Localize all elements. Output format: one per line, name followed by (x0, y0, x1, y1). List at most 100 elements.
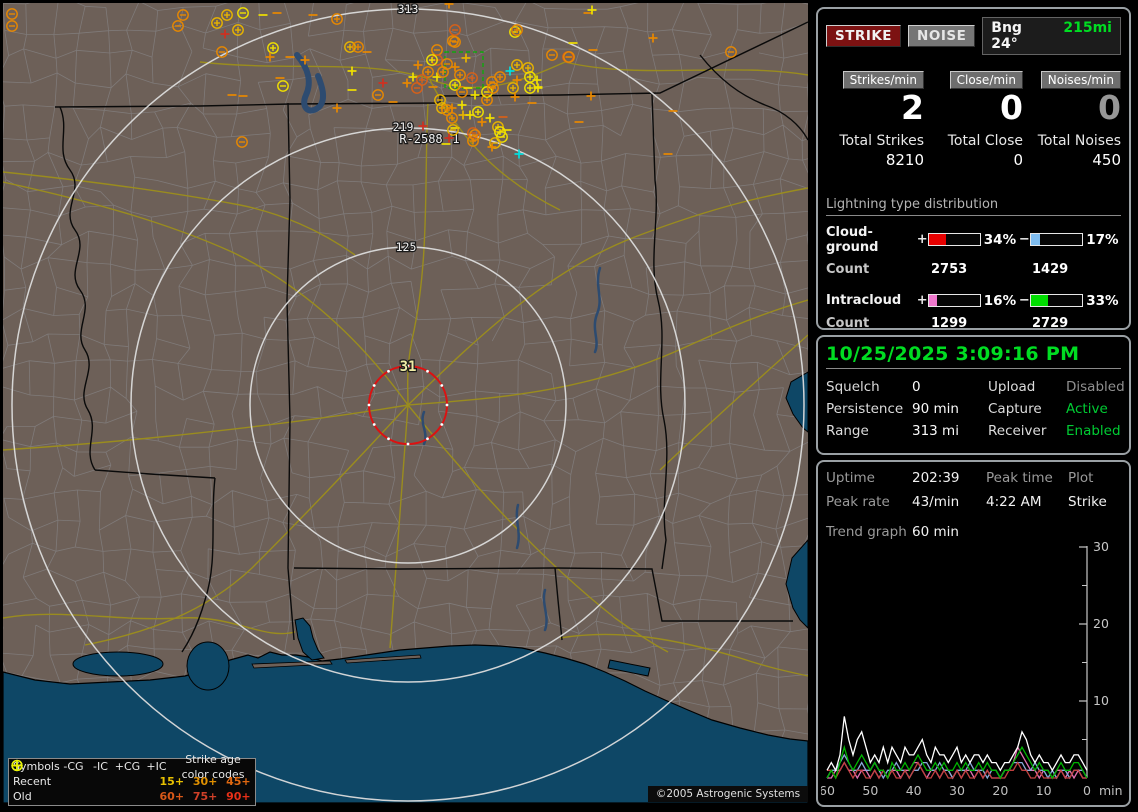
x-tick-label: 30 (949, 783, 965, 798)
airspace-label: R-2588 (399, 132, 442, 146)
strikes-per-min-label: Strikes/min (842, 71, 924, 89)
noises-per-min-label: Noises/min (1040, 71, 1121, 89)
ic-negative-count: 2729 (1032, 315, 1069, 331)
x-tick-label: 40 (906, 783, 922, 798)
persistence-value: 90 min (912, 401, 959, 417)
total-strikes-value: 8210 (885, 150, 924, 169)
coastal-lake (186, 641, 230, 691)
copyright-label: ©2005 Astrogenic Systems (648, 786, 808, 802)
cg-positive-count: 2753 (931, 261, 968, 277)
legend-row-label: Old (13, 790, 32, 803)
age-code-label: 15+ (159, 775, 185, 788)
minus-sign: − (1018, 293, 1030, 309)
bearing-value: Bng 24° (991, 20, 1022, 52)
total-close-value: 0 (1013, 150, 1023, 169)
legend-row: Recent 15+ 30+ 45+ (9, 759, 255, 789)
total-noises-value: 450 (1092, 150, 1121, 169)
age-code-label: 45+ (226, 775, 251, 788)
strike-map[interactable]: 313 219 125 31 R-2588 1 Symbols -CG -IC +CG +… (3, 3, 808, 806)
ic-plus-icon (12, 761, 22, 770)
panel-trend: Uptime 202:39 Peak time Plot Peak rate 4… (816, 460, 1131, 807)
strike-symbol (12, 761, 22, 770)
peak-rate-value: 43/min (912, 494, 960, 510)
ring-tick-dot (440, 384, 444, 387)
legend-row-label: Recent (13, 775, 52, 788)
x-tick-label: 0 (1083, 783, 1091, 798)
legend-header: Symbols -CG -IC +CG +IC Strike age color… (9, 753, 255, 781)
ring-tick-dot (387, 437, 390, 441)
age-code-label: 75+ (192, 790, 218, 803)
ring-tick-dot (372, 384, 376, 387)
ic-positive-bar (927, 294, 981, 308)
plot-label: Plot (1068, 470, 1094, 486)
cloud-ground-row: Cloud-ground + 34% − 17% (826, 225, 1121, 255)
noises-per-min-value: 0 (1098, 88, 1121, 127)
plot-mode-value: Strike (1068, 494, 1107, 510)
total-close-label: Total Close (947, 132, 1023, 149)
capture-status: Active (1066, 401, 1108, 417)
legend-row: Old 60+ 75+ 90+ (9, 759, 255, 804)
range-setting-value: 313 mi (912, 423, 959, 439)
minus-sign: − (1018, 232, 1030, 248)
cloud-ground-count-row: Count 2753 1429 (826, 261, 1069, 277)
intracloud-row: Intracloud + 16% − 33% (826, 293, 1121, 309)
ic-positive-pct: 16% (983, 292, 1017, 309)
app-window: 313 219 125 31 R-2588 1 Symbols -CG -IC +CG +… (0, 0, 1138, 812)
y-tick-label: 20 (1093, 616, 1109, 631)
plus-sign: + (916, 232, 928, 248)
x-tick-label: 50 (862, 783, 878, 798)
strikes-per-min-value: 2 (901, 88, 924, 127)
panel-system-status: 10/25/2025 3:09:16 PM Squelch 0 Upload D… (816, 335, 1131, 455)
ic-negative-bar (1030, 294, 1084, 308)
intracloud-count-row: Count 1299 2729 (826, 315, 1069, 331)
x-axis-unit: min (1099, 783, 1123, 798)
cg-positive-bar (927, 233, 981, 247)
cg-negative-count: 1429 (1032, 261, 1069, 277)
ring-label-313: 313 (398, 3, 419, 16)
panel-strike-stats: STRIKE NOISE Bng 24° 215mi Strikes/min C… (816, 7, 1131, 331)
x-tick-label: 20 (992, 783, 1008, 798)
total-strikes-label: Total Strikes (839, 132, 924, 149)
uptime-grid: Uptime 202:39 Peak time Plot Peak rate 4… (826, 470, 1121, 510)
bearing-range-display: Bng 24° 215mi (982, 17, 1121, 55)
receiver-status: Enabled (1066, 423, 1121, 439)
x-tick-label: 10 (1036, 783, 1052, 798)
ring-tick-dot (387, 369, 390, 373)
age-code-label: 90+ (226, 790, 251, 803)
peak-time-value: 4:22 AM (986, 494, 1042, 510)
map-legend: Symbols -CG -IC +CG +IC Strike age color… (8, 753, 256, 806)
ring-tick-dot (406, 442, 410, 446)
ring-label-31: 31 (400, 359, 417, 375)
y-tick-label: 30 (1093, 539, 1109, 554)
close-per-min-label: Close/min (949, 71, 1023, 89)
trend-chart: 10 20 30 60 50 40 30 20 10 0 min (821, 539, 1123, 798)
age-code-label: 30+ (192, 775, 218, 788)
strike-button[interactable]: STRIKE (826, 25, 902, 47)
trend-series--CG (826, 753, 1088, 780)
uptime-value: 202:39 (912, 470, 960, 486)
ring-tick-dot (426, 369, 429, 373)
map-canvas[interactable]: 31321912531R-2588 1 (3, 3, 808, 803)
x-tick-label: 60 (821, 783, 835, 798)
range-value: 215mi (1063, 20, 1112, 36)
age-code-label: 60+ (159, 790, 185, 803)
ring-tick-dot (367, 403, 371, 407)
cg-negative-pct: 17% (1086, 231, 1119, 248)
ic-positive-count: 1299 (931, 315, 968, 331)
ring-label-125: 125 (396, 240, 417, 254)
ic-negative-pct: 33% (1086, 292, 1119, 309)
ring-tick-dot (426, 437, 429, 441)
datetime-display: 10/25/2025 3:09:16 PM (826, 343, 1121, 369)
close-per-min-value: 0 (1000, 88, 1023, 127)
ring-tick-dot (440, 423, 444, 426)
ring-tick-dot (372, 423, 376, 426)
noise-button[interactable]: NOISE (908, 25, 976, 47)
plus-sign: + (916, 293, 928, 309)
status-grid: Squelch 0 Upload Disabled Persistence 90… (826, 379, 1125, 439)
distribution-heading: Lightning type distribution (826, 197, 1121, 216)
y-tick-label: 10 (1093, 693, 1109, 708)
lake-pontchartrain (72, 651, 164, 677)
rate-stats: Strikes/min Close/min Noises/min 2 0 0 T… (826, 71, 1121, 169)
total-noises-label: Total Noises (1037, 132, 1121, 149)
ring-tick-dot (445, 403, 449, 407)
